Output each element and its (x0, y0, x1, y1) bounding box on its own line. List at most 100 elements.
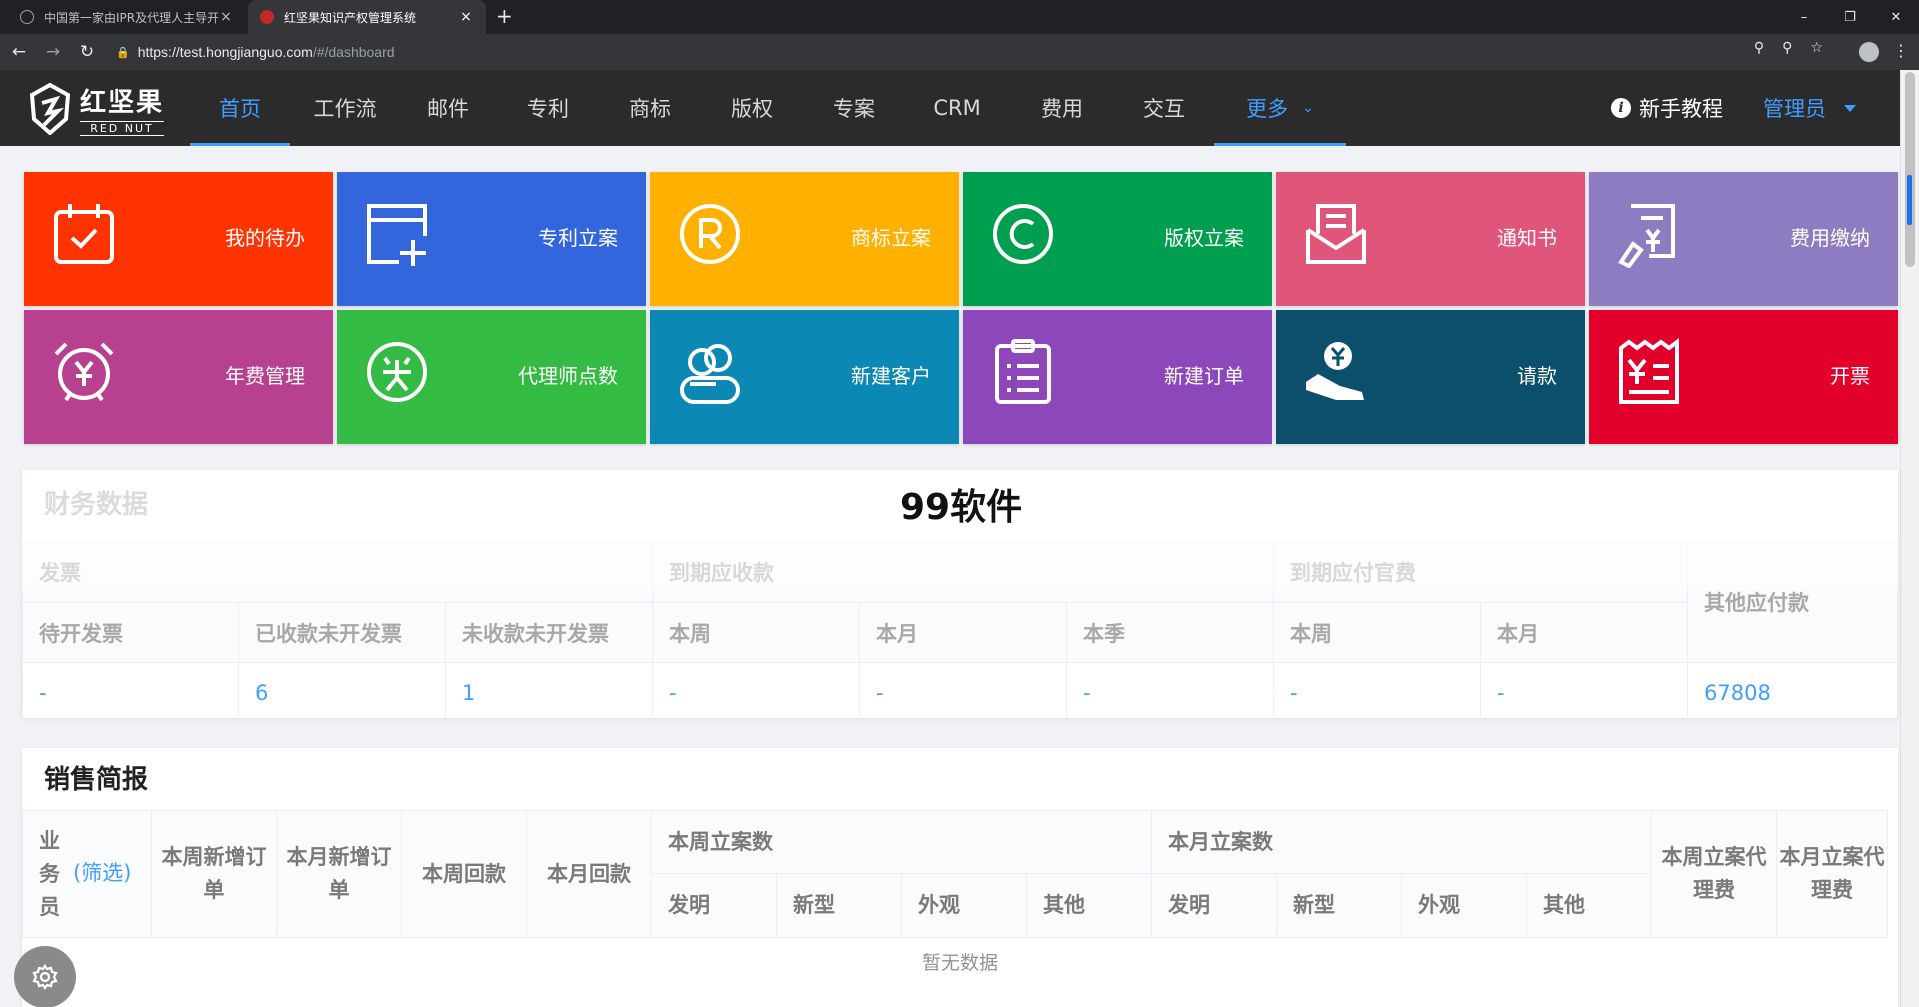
back-icon[interactable]: ← (4, 37, 34, 67)
col-week-other: 其他 (1026, 873, 1152, 938)
red-nut-logo-icon (29, 83, 71, 135)
tile-agent-points[interactable]: 代理师点数 (337, 310, 646, 444)
url-text[interactable]: https://test.hongjianguo.com/#/dashboard (138, 44, 395, 60)
close-window-button[interactable]: ✕ (1873, 0, 1919, 34)
page-scrollbar[interactable] (1900, 70, 1919, 1007)
tile-label: 代理师点数 (518, 364, 618, 388)
add-document-icon (367, 204, 427, 266)
header-right: i 新手教程 管理员 (1611, 70, 1900, 146)
tile-new-client[interactable]: 新建客户 (650, 310, 959, 444)
main-nav: 首页 工作流 邮件 专利 商标 版权 专案 CRM 费用 交互 更多 ⌄ (190, 70, 1346, 146)
salesperson-label: 业务员 (39, 828, 60, 919)
col-week-new-orders: 本周新增订单 (151, 810, 277, 938)
forward-icon[interactable]: → (38, 37, 68, 67)
logo-name: 红坚果 (80, 88, 165, 118)
tile-label: 新建客户 (851, 364, 931, 388)
close-tab-icon[interactable]: × (458, 9, 474, 25)
value-fee-month[interactable]: - (1480, 662, 1688, 723)
invoice-icon (1619, 338, 1679, 404)
mail-letter-icon (1306, 204, 1366, 264)
tile-copyright-filing[interactable]: 版权立案 (963, 172, 1272, 306)
award-icon (367, 342, 427, 402)
fee-payment-icon (1618, 204, 1675, 268)
nav-home[interactable]: 首页 (190, 70, 290, 146)
tile-patent-filing[interactable]: 专利立案 (337, 172, 646, 306)
copyright-icon (993, 204, 1053, 264)
user-menu[interactable]: 管理员 (1763, 93, 1856, 123)
restore-button[interactable]: ❐ (1827, 0, 1873, 34)
reload-icon[interactable]: ↻ (72, 37, 102, 67)
new-tab-button[interactable]: + (496, 4, 513, 28)
nav-trademark[interactable]: 商标 (600, 70, 700, 146)
browser-tab-active[interactable]: 红坚果知识产权管理系统 × (248, 0, 486, 34)
col-month-utility: 新型 (1276, 873, 1402, 938)
nav-patent[interactable]: 专利 (496, 70, 600, 146)
minimize-button[interactable]: – (1781, 0, 1827, 34)
nav-interaction[interactable]: 交互 (1114, 70, 1214, 146)
nav-more-label: 更多 (1246, 97, 1289, 121)
nav-more[interactable]: 更多 ⌄ (1214, 70, 1346, 146)
tile-payment-request[interactable]: 请款 (1276, 310, 1585, 444)
logo-subtitle: RED NUT (80, 121, 165, 136)
tile-label: 请款 (1517, 364, 1557, 388)
tile-label: 新建订单 (1164, 364, 1244, 388)
profile-avatar[interactable] (1859, 42, 1879, 62)
nav-mail[interactable]: 邮件 (400, 70, 496, 146)
filter-link[interactable]: (筛选) (73, 861, 131, 885)
browser-tab-bar: 中国第一家由IPR及代理人主导开 × 红坚果知识产权管理系统 × + – ❐ ✕ (0, 0, 1919, 34)
col-week-payment: 本周回款 (401, 810, 527, 938)
col-week-invention: 发明 (651, 873, 777, 938)
value-pending-invoice[interactable]: - (22, 662, 239, 723)
group-receivables: 到期应收款 (652, 540, 1274, 603)
nav-copyright[interactable]: 版权 (700, 70, 804, 146)
nav-project[interactable]: 专案 (804, 70, 904, 146)
settings-button[interactable] (14, 946, 76, 1007)
browser-menu-icon[interactable]: ⋮ (1893, 41, 1909, 60)
browser-toolbar: ← → ↻ 🔒 https://test.hongjianguo.com/#/d… (0, 34, 1919, 70)
url-path: /#/dashboard (312, 44, 395, 60)
col-month-new-orders: 本月新增订单 (276, 810, 402, 938)
col-month-cases: 本月立案数 (1151, 810, 1652, 874)
col-recv-month: 本月 (859, 602, 1067, 663)
tile-new-order[interactable]: 新建订单 (963, 310, 1272, 444)
nav-workflow[interactable]: 工作流 (290, 70, 400, 146)
address-bar[interactable]: 🔒 https://test.hongjianguo.com/#/dashboa… (106, 38, 1855, 66)
zoom-icon[interactable]: ⚲ (1782, 40, 1792, 56)
value-fee-week[interactable]: - (1273, 662, 1481, 723)
tile-fee-payment[interactable]: 费用缴纳 (1589, 172, 1898, 306)
tile-my-todo[interactable]: 我的待办 (24, 172, 333, 306)
value-recv-month[interactable]: - (859, 662, 1067, 723)
tile-annual-fee[interactable]: 年费管理 (24, 310, 333, 444)
scrollbar-thumb[interactable] (1905, 72, 1915, 267)
value-recv-week[interactable]: - (652, 662, 860, 723)
col-month-agency-fee: 本月立案代理费 (1776, 810, 1888, 938)
col-week-cases: 本周立案数 (651, 810, 1152, 874)
col-recv-quarter: 本季 (1066, 602, 1274, 663)
close-tab-icon[interactable]: × (218, 9, 234, 25)
tile-invoice[interactable]: 开票 (1589, 310, 1898, 444)
users-icon (680, 344, 740, 404)
watermark-text: 99软件 (900, 487, 1023, 528)
nav-fee[interactable]: 费用 (1010, 70, 1114, 146)
col-week-agency-fee: 本周立案代理费 (1651, 810, 1777, 938)
globe-icon (20, 10, 34, 24)
tutorial-link[interactable]: i 新手教程 (1611, 93, 1723, 123)
sales-table: 业务员 (筛选) 本周新增订单 本月新增订单 本周回款 本月回款 本周立案数 本月… (22, 810, 1888, 938)
value-other-payables[interactable]: 67808 (1687, 662, 1898, 723)
col-month-design: 外观 (1401, 873, 1527, 938)
logo[interactable]: 红坚果 RED NUT (28, 82, 165, 136)
value-recv-quarter[interactable]: - (1066, 662, 1274, 723)
browser-tab[interactable]: 中国第一家由IPR及代理人主导开 × (8, 0, 246, 34)
value-paid-uninvoiced[interactable]: 6 (238, 662, 446, 723)
group-other-payables: 其他应付款 (1687, 540, 1898, 663)
col-pending-invoice: 待开发票 (22, 602, 239, 663)
tile-trademark-filing[interactable]: 商标立案 (650, 172, 959, 306)
nav-crm[interactable]: CRM (904, 70, 1010, 146)
key-icon[interactable]: ⚲ (1754, 40, 1764, 56)
value-unpaid-uninvoiced[interactable]: 1 (445, 662, 653, 723)
group-invoice: 发票 (22, 540, 653, 603)
bookmark-star-icon[interactable]: ☆ (1810, 40, 1823, 56)
tile-label: 版权立案 (1164, 226, 1244, 250)
col-paid-uninvoiced: 已收款未开发票 (238, 602, 446, 663)
tile-notice[interactable]: 通知书 (1276, 172, 1585, 306)
